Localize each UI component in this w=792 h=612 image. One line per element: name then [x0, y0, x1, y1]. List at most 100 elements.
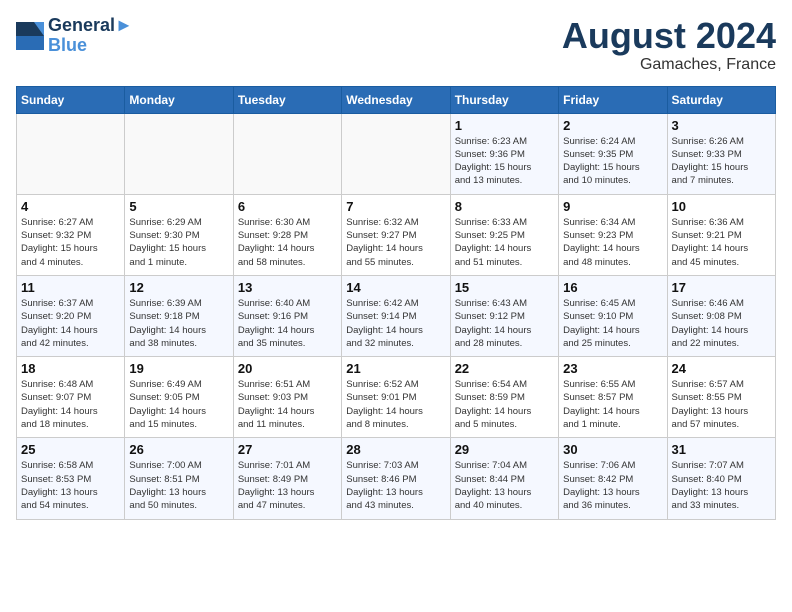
day-number: 15 — [455, 280, 554, 295]
calendar-week-row: 11 Sunrise: 6:37 AMSunset: 9:20 PMDayligh… — [17, 275, 776, 356]
calendar-cell: 9 Sunrise: 6:34 AMSunset: 9:23 PMDaylight… — [559, 194, 667, 275]
day-number: 20 — [238, 361, 337, 376]
calendar-cell: 5Sunrise: 6:29 AMSunset: 9:30 PMDaylight… — [125, 194, 233, 275]
day-of-week-header-row: SundayMondayTuesdayWednesdayThursdayFrid… — [17, 86, 776, 113]
calendar-cell: 25 Sunrise: 6:58 AMSunset: 8:53 PMDayligh… — [17, 438, 125, 519]
day-info: Sunrise: 7:06 AMSunset: 8:42 PMDaylight:… — [563, 459, 662, 512]
calendar-cell: 2 Sunrise: 6:24 AMSunset: 9:35 PMDaylight… — [559, 113, 667, 194]
calendar-week-row: 25 Sunrise: 6:58 AMSunset: 8:53 PMDayligh… — [17, 438, 776, 519]
day-number: 10 — [672, 199, 771, 214]
day-info: Sunrise: 6:48 AMSunset: 9:07 PMDaylight:… — [21, 378, 120, 431]
calendar-cell: 13 Sunrise: 6:40 AMSunset: 9:16 PMDayligh… — [233, 275, 341, 356]
calendar-cell: 24Sunrise: 6:57 AMSunset: 8:55 PMDayligh… — [667, 357, 775, 438]
day-number: 31 — [672, 442, 771, 457]
day-number: 29 — [455, 442, 554, 457]
calendar-cell: 3 Sunrise: 6:26 AMSunset: 9:33 PMDaylight… — [667, 113, 775, 194]
day-number: 14 — [346, 280, 445, 295]
day-info: Sunrise: 6:40 AMSunset: 9:16 PMDaylight:… — [238, 297, 337, 350]
day-number: 30 — [563, 442, 662, 457]
day-info: Sunrise: 7:07 AMSunset: 8:40 PMDaylight:… — [672, 459, 771, 512]
calendar-cell: 19Sunrise: 6:49 AMSunset: 9:05 PMDayligh… — [125, 357, 233, 438]
day-number: 21 — [346, 361, 445, 376]
title-block: August 2024 Gamaches, France — [562, 16, 776, 74]
day-number: 23 — [563, 361, 662, 376]
day-info: Sunrise: 6:43 AMSunset: 9:12 PMDaylight:… — [455, 297, 554, 350]
day-number: 27 — [238, 442, 337, 457]
dow-header-monday: Monday — [125, 86, 233, 113]
day-number: 25 — [21, 442, 120, 457]
calendar-cell: 10 Sunrise: 6:36 AMSunset: 9:21 PMDayligh… — [667, 194, 775, 275]
day-number: 17 — [672, 280, 771, 295]
day-number: 3 — [672, 118, 771, 133]
day-info: Sunrise: 7:03 AMSunset: 8:46 PMDaylight:… — [346, 459, 445, 512]
calendar-cell: 17 Sunrise: 6:46 AMSunset: 9:08 PMDayligh… — [667, 275, 775, 356]
calendar-cell: 31 Sunrise: 7:07 AMSunset: 8:40 PMDayligh… — [667, 438, 775, 519]
calendar-cell: 14Sunrise: 6:42 AMSunset: 9:14 PMDayligh… — [342, 275, 450, 356]
calendar-cell: 15 Sunrise: 6:43 AMSunset: 9:12 PMDayligh… — [450, 275, 558, 356]
calendar-week-row: 1Sunrise: 6:23 AMSunset: 9:36 PMDaylight… — [17, 113, 776, 194]
day-number: 8 — [455, 199, 554, 214]
day-info: Sunrise: 6:32 AMSunset: 9:27 PMDaylight:… — [346, 216, 445, 269]
calendar-cell: 12 Sunrise: 6:39 AMSunset: 9:18 PMDayligh… — [125, 275, 233, 356]
calendar-cell: 26Sunrise: 7:00 AMSunset: 8:51 PMDayligh… — [125, 438, 233, 519]
day-number: 5 — [129, 199, 228, 214]
day-number: 12 — [129, 280, 228, 295]
dow-header-wednesday: Wednesday — [342, 86, 450, 113]
calendar-cell: 22 Sunrise: 6:54 AMSunset: 8:59 PMDayligh… — [450, 357, 558, 438]
logo: General► Blue — [16, 16, 133, 56]
calendar-body: 1Sunrise: 6:23 AMSunset: 9:36 PMDaylight… — [17, 113, 776, 519]
day-number: 13 — [238, 280, 337, 295]
page-header: General► Blue August 2024 Gamaches, Fran… — [16, 16, 776, 74]
day-number: 11 — [21, 280, 120, 295]
dow-header-thursday: Thursday — [450, 86, 558, 113]
day-number: 2 — [563, 118, 662, 133]
calendar-cell — [342, 113, 450, 194]
calendar-cell: 4 Sunrise: 6:27 AMSunset: 9:32 PMDaylight… — [17, 194, 125, 275]
calendar-cell — [125, 113, 233, 194]
day-number: 7 — [346, 199, 445, 214]
day-number: 22 — [455, 361, 554, 376]
day-number: 6 — [238, 199, 337, 214]
calendar-cell: 21 Sunrise: 6:52 AMSunset: 9:01 PMDayligh… — [342, 357, 450, 438]
calendar-cell: 7 Sunrise: 6:32 AMSunset: 9:27 PMDaylight… — [342, 194, 450, 275]
day-info: Sunrise: 7:00 AMSunset: 8:51 PMDaylight:… — [129, 459, 228, 512]
calendar-week-row: 4 Sunrise: 6:27 AMSunset: 9:32 PMDaylight… — [17, 194, 776, 275]
day-info: Sunrise: 6:58 AMSunset: 8:53 PMDaylight:… — [21, 459, 120, 512]
day-info: Sunrise: 6:34 AMSunset: 9:23 PMDaylight:… — [563, 216, 662, 269]
day-info: Sunrise: 6:39 AMSunset: 9:18 PMDaylight:… — [129, 297, 228, 350]
calendar-cell: 1Sunrise: 6:23 AMSunset: 9:36 PMDaylight… — [450, 113, 558, 194]
day-info: Sunrise: 6:26 AMSunset: 9:33 PMDaylight:… — [672, 135, 771, 188]
day-info: Sunrise: 6:46 AMSunset: 9:08 PMDaylight:… — [672, 297, 771, 350]
calendar-cell: 18Sunrise: 6:48 AMSunset: 9:07 PMDayligh… — [17, 357, 125, 438]
dow-header-sunday: Sunday — [17, 86, 125, 113]
day-number: 16 — [563, 280, 662, 295]
calendar-cell: 20 Sunrise: 6:51 AMSunset: 9:03 PMDayligh… — [233, 357, 341, 438]
day-info: Sunrise: 6:51 AMSunset: 9:03 PMDaylight:… — [238, 378, 337, 431]
location-subtitle: Gamaches, France — [562, 56, 776, 74]
day-info: Sunrise: 6:54 AMSunset: 8:59 PMDaylight:… — [455, 378, 554, 431]
day-number: 9 — [563, 199, 662, 214]
day-number: 24 — [672, 361, 771, 376]
day-info: Sunrise: 6:37 AMSunset: 9:20 PMDaylight:… — [21, 297, 120, 350]
calendar-cell: 30 Sunrise: 7:06 AMSunset: 8:42 PMDayligh… — [559, 438, 667, 519]
calendar-cell: 8 Sunrise: 6:33 AMSunset: 9:25 PMDaylight… — [450, 194, 558, 275]
day-info: Sunrise: 6:24 AMSunset: 9:35 PMDaylight:… — [563, 135, 662, 188]
dow-header-saturday: Saturday — [667, 86, 775, 113]
month-year-title: August 2024 — [562, 16, 776, 56]
day-number: 28 — [346, 442, 445, 457]
day-info: Sunrise: 6:27 AMSunset: 9:32 PMDaylight:… — [21, 216, 120, 269]
day-info: Sunrise: 6:33 AMSunset: 9:25 PMDaylight:… — [455, 216, 554, 269]
calendar-cell — [17, 113, 125, 194]
day-info: Sunrise: 6:52 AMSunset: 9:01 PMDaylight:… — [346, 378, 445, 431]
day-info: Sunrise: 6:55 AMSunset: 8:57 PMDaylight:… — [563, 378, 662, 431]
day-info: Sunrise: 6:36 AMSunset: 9:21 PMDaylight:… — [672, 216, 771, 269]
calendar-cell: 29Sunrise: 7:04 AMSunset: 8:44 PMDayligh… — [450, 438, 558, 519]
day-info: Sunrise: 6:45 AMSunset: 9:10 PMDaylight:… — [563, 297, 662, 350]
calendar-cell: 11 Sunrise: 6:37 AMSunset: 9:20 PMDayligh… — [17, 275, 125, 356]
day-info: Sunrise: 6:49 AMSunset: 9:05 PMDaylight:… — [129, 378, 228, 431]
day-number: 4 — [21, 199, 120, 214]
calendar-cell: 28 Sunrise: 7:03 AMSunset: 8:46 PMDayligh… — [342, 438, 450, 519]
logo-text: General► Blue — [48, 16, 133, 56]
day-info: Sunrise: 6:23 AMSunset: 9:36 PMDaylight:… — [455, 135, 554, 188]
calendar-cell: 23 Sunrise: 6:55 AMSunset: 8:57 PMDayligh… — [559, 357, 667, 438]
